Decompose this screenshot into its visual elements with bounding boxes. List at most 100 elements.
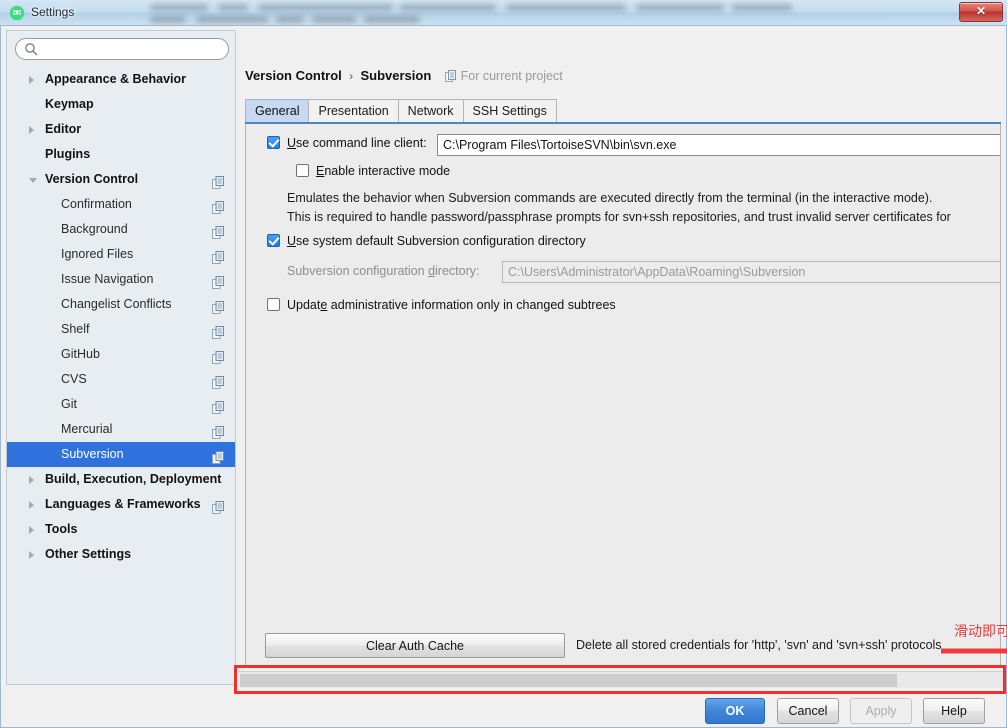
tab-ssh-settings[interactable]: SSH Settings — [462, 99, 557, 123]
copy-icon[interactable] — [212, 373, 225, 389]
chevron-right-icon[interactable] — [29, 476, 34, 484]
chevron-down-icon[interactable] — [29, 178, 37, 183]
sidebar-item-label: Keymap — [45, 97, 94, 111]
general-tab-panel: Use command line client: C:\Program File… — [245, 124, 1001, 666]
copy-icon[interactable] — [212, 248, 225, 264]
sidebar-item-label: Tools — [45, 522, 78, 536]
close-button[interactable]: ✕ — [959, 2, 1003, 22]
command-line-client-path-input[interactable]: C:\Program Files\TortoiseSVN\bin\svn.exe — [437, 134, 1000, 156]
interactive-mode-description-line2: This is required to handle password/pass… — [287, 210, 951, 224]
dialog-button-bar: OK Cancel Apply Help — [1, 698, 1007, 728]
project-scope-label: For current project — [444, 69, 563, 85]
search-input[interactable] — [15, 38, 229, 60]
settings-dialog: Appearance & Behavior Keymap Editor Plugins… — [0, 26, 1007, 728]
sidebar-item-label: Issue Navigation — [61, 272, 154, 286]
sidebar-item-background[interactable]: Background — [7, 217, 235, 242]
sidebar-item-label: Shelf — [61, 322, 90, 336]
sidebar-item-appearance-behavior[interactable]: Appearance & Behavior — [7, 67, 235, 92]
tab-general[interactable]: General — [245, 99, 310, 123]
sidebar-item-label: Version Control — [45, 172, 139, 186]
breadcrumb-current: Subversion — [360, 68, 432, 83]
sidebar-item-build-execution-deployment[interactable]: Build, Execution, Deployment — [7, 467, 235, 492]
copy-icon[interactable] — [212, 223, 225, 239]
sidebar-item-subversion[interactable]: Subversion — [7, 442, 235, 467]
breadcrumb-parent[interactable]: Version Control — [245, 68, 342, 83]
sidebar-item-cvs[interactable]: CVS — [7, 367, 235, 392]
sidebar-item-label: Git — [61, 397, 77, 411]
sidebar-item-label: Subversion — [61, 447, 124, 461]
sidebar-item-label: Confirmation — [61, 197, 132, 211]
sidebar-item-languages-frameworks[interactable]: Languages & Frameworks — [7, 492, 235, 517]
android-studio-icon — [9, 5, 25, 21]
sidebar-item-mercurial[interactable]: Mercurial — [7, 417, 235, 442]
close-icon: ✕ — [975, 4, 987, 18]
copy-icon[interactable] — [212, 173, 225, 189]
update-admin-info-label: Update administrative information only i… — [287, 298, 616, 312]
sidebar-item-label: Plugins — [45, 147, 91, 161]
horizontal-scrollbar-thumb[interactable] — [240, 674, 897, 687]
use-command-line-client-label: Use command line client: — [287, 136, 427, 150]
sidebar-item-git[interactable]: Git — [7, 392, 235, 417]
apply-button: Apply — [850, 698, 912, 724]
copy-icon[interactable] — [212, 323, 225, 339]
enable-interactive-mode-checkbox[interactable] — [296, 164, 309, 177]
sidebar-item-label: Ignored Files — [61, 247, 134, 261]
sidebar-item-editor[interactable]: Editor — [7, 117, 235, 142]
sidebar-item-other-settings[interactable]: Other Settings — [7, 542, 235, 567]
chevron-right-icon[interactable] — [29, 526, 34, 534]
sidebar-item-tools[interactable]: Tools — [7, 517, 235, 542]
copy-icon[interactable] — [212, 423, 225, 439]
copy-icon[interactable] — [212, 348, 225, 364]
sidebar-item-label: Changelist Conflicts — [61, 297, 172, 311]
search-box[interactable] — [15, 38, 229, 60]
sidebar-item-label: Appearance & Behavior — [45, 72, 187, 86]
sidebar-item-label: GitHub — [61, 347, 100, 361]
chevron-right-icon[interactable] — [29, 551, 34, 559]
breadcrumb: Version Control › Subversion For current… — [245, 68, 563, 85]
sidebar-item-label: Build, Execution, Deployment — [45, 472, 222, 486]
copy-icon[interactable] — [212, 498, 225, 514]
use-command-line-client-checkbox[interactable] — [267, 136, 280, 149]
tab-network[interactable]: Network — [397, 99, 464, 123]
ok-button[interactable]: OK — [705, 698, 765, 724]
help-button[interactable]: Help — [923, 698, 985, 724]
settings-tabs[interactable]: General Presentation Network SSH Settings — [245, 99, 557, 123]
sidebar-item-github[interactable]: GitHub — [7, 342, 235, 367]
desktop-blur-backdrop — [150, 3, 1007, 25]
chevron-right-icon[interactable] — [29, 126, 34, 134]
title-bar: Settings ✕ — [0, 0, 1007, 26]
interactive-mode-description-line1: Emulates the behavior when Subversion co… — [287, 191, 933, 205]
copy-icon[interactable] — [212, 398, 225, 414]
sidebar-item-issue-navigation[interactable]: Issue Navigation — [7, 267, 235, 292]
copy-icon[interactable] — [212, 298, 225, 314]
clear-auth-cache-button[interactable]: Clear Auth Cache — [265, 633, 565, 658]
use-system-default-config-checkbox[interactable] — [267, 234, 280, 247]
sidebar-item-label: Editor — [45, 122, 82, 136]
sidebar-item-label: Other Settings — [45, 547, 132, 561]
chevron-right-icon[interactable] — [29, 501, 34, 509]
horizontal-scrollbar[interactable] — [239, 671, 1005, 688]
config-directory-label: Subversion configuration directory: — [287, 264, 480, 278]
sidebar-item-changelist-conflicts[interactable]: Changelist Conflicts — [7, 292, 235, 317]
sidebar-item-plugins[interactable]: Plugins — [7, 142, 235, 167]
tab-presentation[interactable]: Presentation — [308, 99, 399, 123]
sidebar-item-version-control[interactable]: Version Control — [7, 167, 235, 192]
sidebar-item-label: Mercurial — [61, 422, 113, 436]
copy-icon[interactable] — [212, 448, 225, 464]
sidebar-item-confirmation[interactable]: Confirmation — [7, 192, 235, 217]
sidebar-item-shelf[interactable]: Shelf — [7, 317, 235, 342]
copy-icon[interactable] — [212, 273, 225, 289]
settings-window: Settings ✕ Appearance & Behavior Keymap Ed… — [0, 0, 1007, 728]
cancel-button[interactable]: Cancel — [777, 698, 839, 724]
window-title: Settings — [31, 5, 75, 19]
sidebar-item-ignored-files[interactable]: Ignored Files — [7, 242, 235, 267]
sidebar-item-keymap[interactable]: Keymap — [7, 92, 235, 117]
copy-icon[interactable] — [212, 198, 225, 214]
settings-content: Version Control › Subversion For current… — [241, 30, 1007, 685]
config-directory-input[interactable]: C:\Users\Administrator\AppData\Roaming\S… — [502, 261, 1000, 283]
chevron-right-icon[interactable] — [29, 76, 34, 84]
copy-icon — [444, 70, 457, 85]
settings-tree[interactable]: Appearance & Behavior Keymap Editor Plugins… — [7, 67, 235, 684]
clear-auth-cache-description: Delete all stored credentials for 'http'… — [576, 638, 942, 652]
update-admin-info-checkbox[interactable] — [267, 298, 280, 311]
